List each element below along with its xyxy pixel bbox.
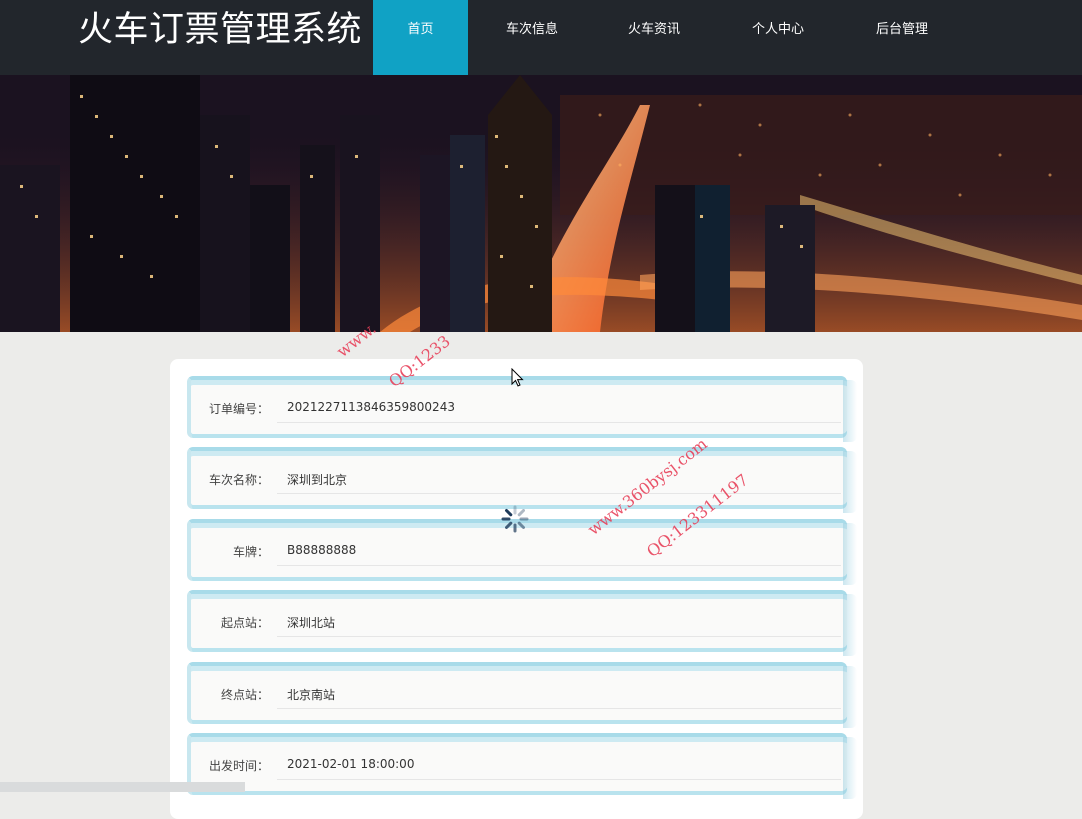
end-station-row: 终点站： 北京南站 <box>187 662 857 728</box>
divider <box>277 422 841 423</box>
mouse-cursor-icon <box>511 367 525 392</box>
divider <box>277 493 841 494</box>
nav-item-train-info[interactable]: 车次信息 <box>493 0 571 75</box>
site-title: 火车订票管理系统 <box>78 10 363 50</box>
order-number-label: 订单编号： <box>208 402 269 416</box>
start-station-row: 起点站： 深圳北站 <box>187 590 857 656</box>
top-header: 火车订票管理系统 首页 车次信息 火车资讯 个人中心 后台管理 <box>0 0 1082 75</box>
divider <box>277 565 841 566</box>
end-station-label: 终点站： <box>220 688 269 702</box>
plate-value: B88888888 <box>287 543 357 557</box>
nav-item-personal-center[interactable]: 个人中心 <box>739 0 817 75</box>
divider <box>277 636 841 637</box>
order-detail-card: 订单编号： 2021227113846359800243 车次名称： 深圳到北京… <box>170 359 863 819</box>
start-station-label: 起点站： <box>220 616 269 630</box>
loading-spinner-icon <box>500 504 530 534</box>
divider <box>277 708 841 709</box>
order-number-value: 2021227113846359800243 <box>287 400 455 414</box>
plate-label: 车牌： <box>232 545 269 559</box>
departure-time-label: 出发时间： <box>208 759 269 773</box>
train-name-value: 深圳到北京 <box>287 473 348 487</box>
departure-time-row: 出发时间： 2021-02-01 18:00:00 <box>187 733 857 799</box>
train-name-label: 车次名称： <box>208 473 269 487</box>
train-name-row: 车次名称： 深圳到北京 <box>187 447 857 513</box>
horizontal-scrollbar[interactable] <box>0 782 245 792</box>
divider <box>277 779 841 780</box>
departure-time-value: 2021-02-01 18:00:00 <box>287 757 415 771</box>
nav-item-admin[interactable]: 后台管理 <box>863 0 941 75</box>
banner-image <box>0 75 1082 332</box>
end-station-value: 北京南站 <box>287 688 336 702</box>
nav-item-home[interactable]: 首页 <box>373 0 468 75</box>
start-station-value: 深圳北站 <box>287 616 336 630</box>
nav-item-train-news[interactable]: 火车资讯 <box>615 0 693 75</box>
